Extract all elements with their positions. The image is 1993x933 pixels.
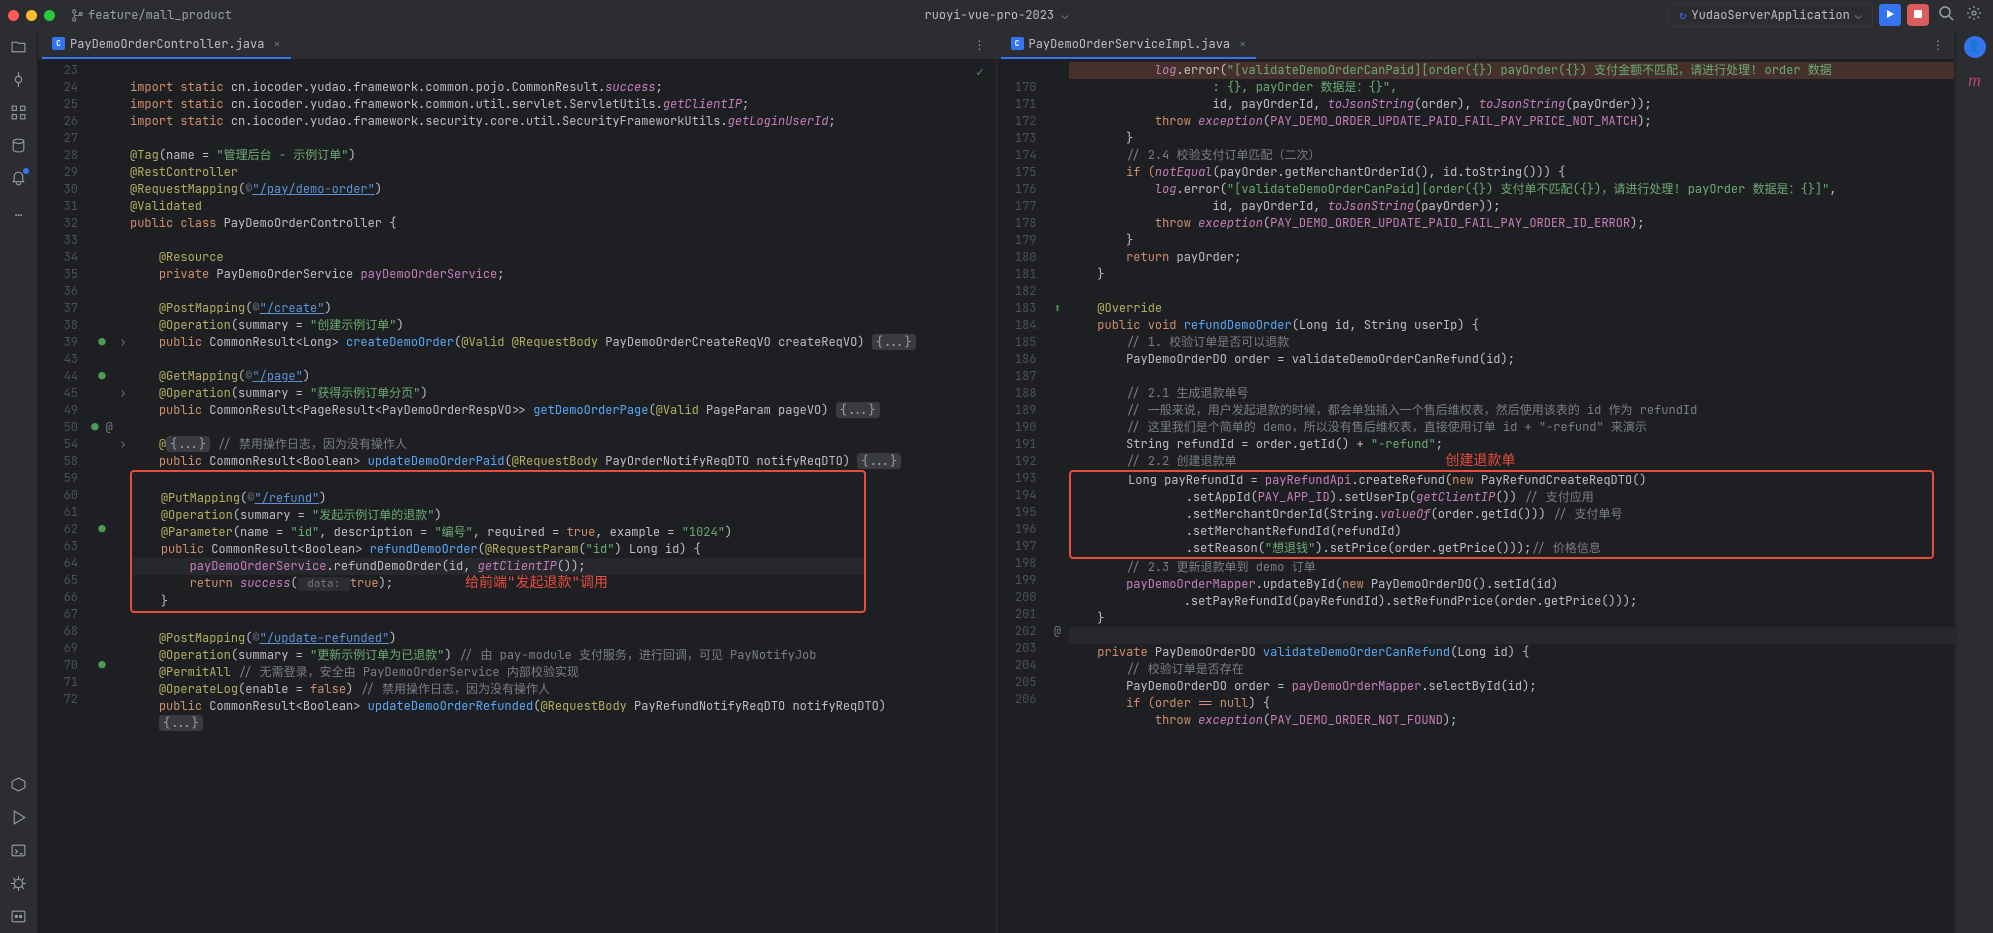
titlebar: feature/mall_product ruoyi-vue-pro-2023 … bbox=[0, 0, 1993, 30]
refresh-icon: ↻ bbox=[1679, 7, 1686, 23]
tab-overflow-icon[interactable]: ⋮ bbox=[968, 37, 992, 53]
settings-icon[interactable] bbox=[1963, 2, 1985, 28]
debug-tool-icon[interactable] bbox=[10, 875, 27, 892]
line-gutter: 1701711721731741751761771781791801811821… bbox=[997, 60, 1047, 933]
problems-tool-icon[interactable] bbox=[10, 908, 27, 925]
code-content[interactable]: import static import static cn.iocoder.y… bbox=[130, 60, 996, 933]
code-area-right[interactable]: 1701711721731741751761771781791801811821… bbox=[997, 60, 1955, 933]
code-content[interactable]: log.error("[validateDemoOrderCanPaid][or… bbox=[1069, 60, 1955, 933]
code-area-left[interactable]: ✓ 23242526272829303132333435363738394344… bbox=[38, 60, 996, 933]
terminal-tool-icon[interactable] bbox=[10, 842, 27, 859]
maximize-window[interactable] bbox=[44, 10, 55, 21]
project-tool-icon[interactable] bbox=[10, 38, 27, 55]
tab-label: PayDemoOrderServiceImpl.java bbox=[1029, 36, 1231, 52]
java-class-icon: C bbox=[1011, 37, 1024, 50]
run-configuration[interactable]: ↻ YudaoServerApplication ⌄ bbox=[1668, 3, 1873, 27]
branch-name: feature/mall_product bbox=[88, 7, 232, 23]
stop-button[interactable] bbox=[1907, 4, 1929, 26]
tab-label: PayDemoOrderController.java bbox=[70, 36, 264, 52]
structure-tool-icon[interactable] bbox=[10, 104, 27, 121]
editor-pane-left: C PayDemoOrderController.java × ⋮ ✓ 2324… bbox=[38, 30, 997, 933]
inspection-ok-icon[interactable]: ✓ bbox=[976, 64, 983, 80]
tab-bar-right: C PayDemoOrderServiceImpl.java × ⋮ bbox=[997, 30, 1955, 60]
fold-icons: ››› bbox=[116, 60, 130, 933]
gutter-icons: ●●● @●● bbox=[88, 60, 116, 933]
notifications-tool-icon[interactable] bbox=[10, 170, 27, 191]
tab-bar-left: C PayDemoOrderController.java × ⋮ bbox=[38, 30, 996, 60]
close-window[interactable] bbox=[8, 10, 19, 21]
maven-tool-icon[interactable]: m bbox=[1968, 70, 1981, 91]
annotation-right: 创建退款单 bbox=[1445, 452, 1515, 470]
run-config-name: YudaoServerApplication bbox=[1691, 7, 1849, 23]
commit-tool-icon[interactable] bbox=[10, 71, 27, 88]
right-toolbar: 👤 m bbox=[1955, 30, 1993, 933]
run-tool-icon[interactable] bbox=[10, 809, 27, 826]
run-button[interactable] bbox=[1879, 4, 1901, 26]
search-icon[interactable] bbox=[1935, 2, 1957, 28]
tab-overflow-icon[interactable]: ⋮ bbox=[1926, 37, 1950, 53]
vcs-branch[interactable]: feature/mall_product bbox=[71, 7, 232, 23]
more-tool-icon[interactable]: ⋯ bbox=[15, 207, 22, 223]
annotation-left: 给前端"发起退款"调用 bbox=[465, 574, 608, 592]
editor-pane-right: C PayDemoOrderServiceImpl.java × ⋮ 17017… bbox=[997, 30, 1956, 933]
left-toolbar: ⋯ bbox=[0, 30, 38, 933]
branch-icon bbox=[71, 9, 84, 22]
minimize-window[interactable] bbox=[26, 10, 37, 21]
java-class-icon: C bbox=[52, 37, 65, 50]
window-controls bbox=[8, 10, 55, 21]
user-avatar-icon[interactable]: 👤 bbox=[1964, 36, 1986, 58]
close-tab-icon[interactable]: × bbox=[273, 36, 280, 52]
database-tool-icon[interactable] bbox=[10, 137, 27, 154]
tab-controller[interactable]: C PayDemoOrderController.java × bbox=[42, 31, 291, 59]
line-gutter: 2324252627282930313233343536373839434445… bbox=[38, 60, 88, 933]
tab-serviceimpl[interactable]: C PayDemoOrderServiceImpl.java × bbox=[1001, 31, 1257, 59]
project-name[interactable]: ruoyi-vue-pro-2023 ⌄ bbox=[924, 7, 1068, 23]
editor-area: C PayDemoOrderController.java × ⋮ ✓ 2324… bbox=[38, 30, 1955, 933]
gutter-icons: ⬆@ bbox=[1047, 60, 1069, 933]
close-tab-icon[interactable]: × bbox=[1239, 36, 1246, 52]
services-tool-icon[interactable] bbox=[10, 776, 27, 793]
